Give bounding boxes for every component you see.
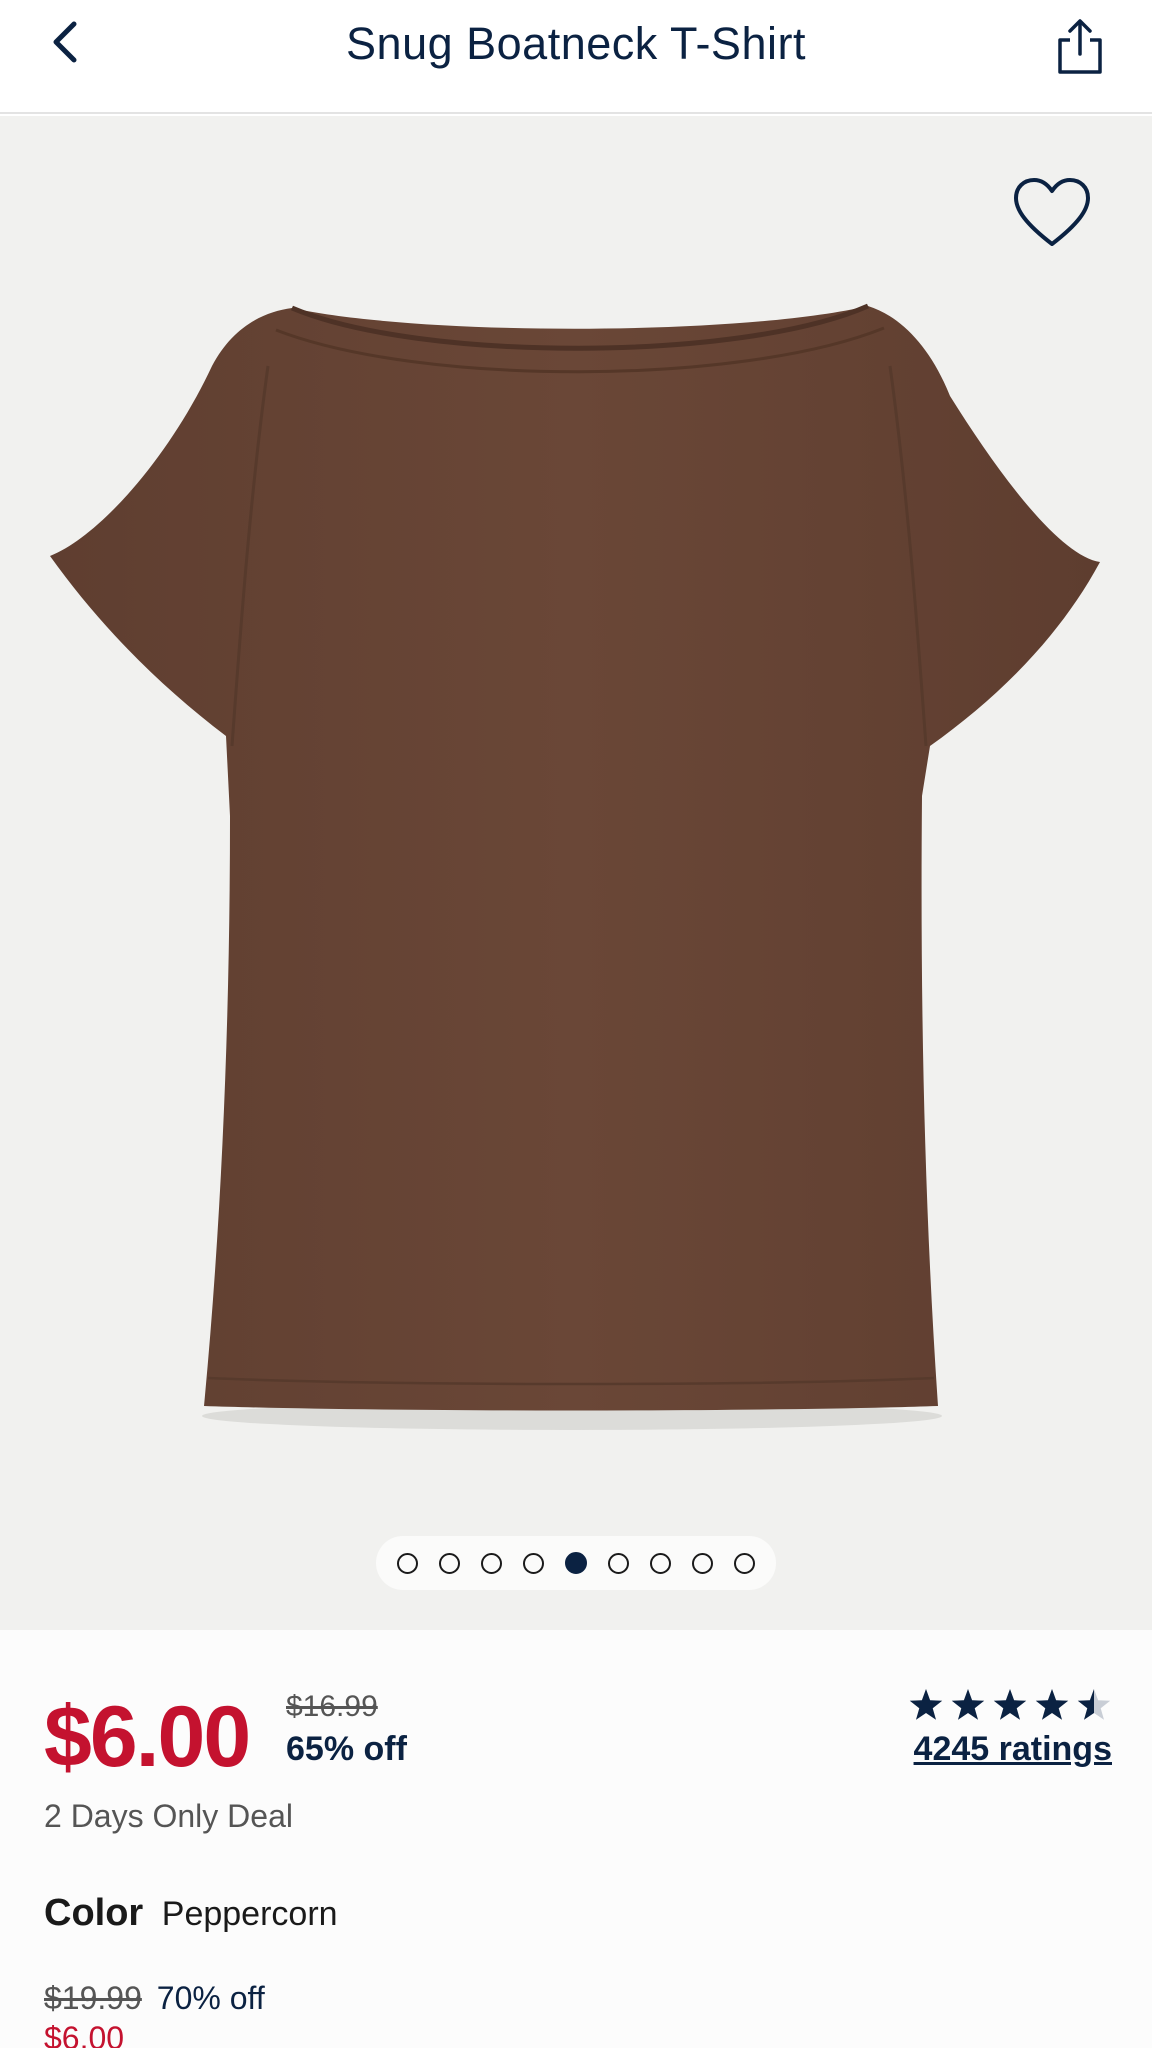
star-fill <box>951 1689 985 1720</box>
heart-icon <box>1014 178 1090 246</box>
ratings-link[interactable]: 4245 ratings <box>914 1730 1112 1769</box>
original-price: $16.99 <box>286 1690 378 1723</box>
sale-price: $6.00 <box>44 1689 251 1785</box>
swatch-price-row: $19.99 70% off <box>44 1980 265 2017</box>
back-button[interactable] <box>40 14 100 74</box>
top-bar: Snug Boatneck T-Shirt <box>0 0 1152 114</box>
swatch-sale-price: $6.00 <box>44 2020 125 2048</box>
swatch-original-price: $19.99 <box>44 1980 142 2016</box>
carousel-dot[interactable] <box>439 1552 460 1574</box>
color-label: Color <box>44 1892 144 1934</box>
share-icon <box>1058 19 1102 74</box>
carousel-dot[interactable] <box>523 1552 544 1574</box>
star-fill <box>909 1689 943 1720</box>
carousel-dot[interactable] <box>481 1552 502 1574</box>
page-title: Snug Boatneck T-Shirt <box>346 18 806 69</box>
share-button[interactable] <box>1048 14 1112 78</box>
swatch-discount: 70% off <box>156 1980 265 2016</box>
carousel-dot[interactable] <box>650 1552 671 1574</box>
product-gallery[interactable] <box>0 116 1152 1630</box>
carousel-dot[interactable] <box>692 1552 713 1574</box>
product-image[interactable] <box>0 116 1152 1630</box>
star-fill <box>1035 1689 1069 1720</box>
color-value: Peppercorn <box>161 1895 338 1933</box>
favorite-button[interactable] <box>1012 176 1092 250</box>
deal-label: 2 Days Only Deal <box>44 1798 293 1834</box>
star-fill <box>993 1689 1027 1720</box>
color-selection: Color Peppercorn <box>44 1892 338 1935</box>
carousel-dot[interactable] <box>608 1552 629 1574</box>
carousel-dot[interactable] <box>565 1552 587 1574</box>
discount-label: 65% off <box>286 1730 407 1768</box>
carousel-dot[interactable] <box>734 1552 755 1574</box>
product-details: $6.00 $16.99 65% off 4245 ratings 2 Days… <box>0 1630 1152 2048</box>
carousel-dot[interactable] <box>397 1552 418 1574</box>
carousel-indicator <box>376 1536 776 1590</box>
rating-stars <box>909 1689 1111 1720</box>
chevron-left-icon <box>53 21 77 63</box>
